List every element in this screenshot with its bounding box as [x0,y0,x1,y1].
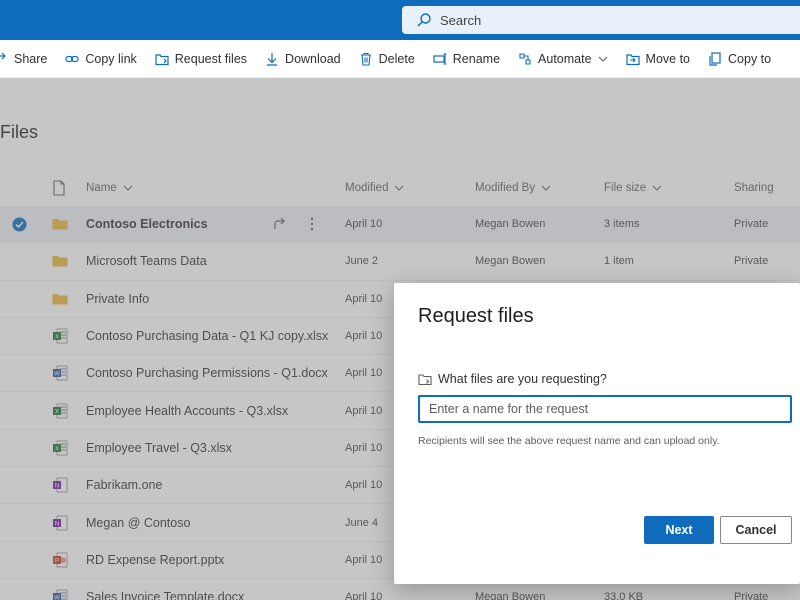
chevron-down-icon [598,56,607,62]
command-bar: Share Copy link Request files Download D… [0,40,800,78]
download-icon [267,52,278,66]
dialog-note: Recipients will see the above request na… [418,435,720,447]
next-button[interactable]: Next [644,516,714,544]
request-files-icon [418,374,432,386]
cancel-button[interactable]: Cancel [720,516,792,544]
share-button[interactable]: Share [0,40,57,78]
copy-to-button[interactable]: Copy to [700,40,781,78]
delete-button[interactable]: Delete [351,40,425,78]
request-files-dialog: Request files What files are you request… [394,283,800,584]
request-files-button[interactable]: Request files [147,40,257,78]
download-button[interactable]: Download [257,40,351,78]
link-icon [65,55,79,62]
search-icon [417,13,431,27]
automate-icon [519,52,531,65]
rename-button[interactable]: Rename [425,40,510,78]
copy-to-icon [709,51,721,66]
share-icon [0,52,6,59]
rename-icon [433,52,447,65]
search-box[interactable]: Search [402,6,800,34]
move-to-icon [625,53,640,65]
request-files-icon [155,53,169,65]
request-label: What files are you requesting? [418,372,607,386]
request-name-input[interactable] [418,395,792,423]
delete-icon [360,52,371,66]
move-to-button[interactable]: Move to [618,40,700,78]
top-bar: Search [0,0,800,40]
dialog-title: Request files [418,305,534,327]
search-placeholder: Search [440,12,482,28]
automate-button[interactable]: Automate [510,40,618,78]
copy-link-button[interactable]: Copy link [57,40,146,78]
